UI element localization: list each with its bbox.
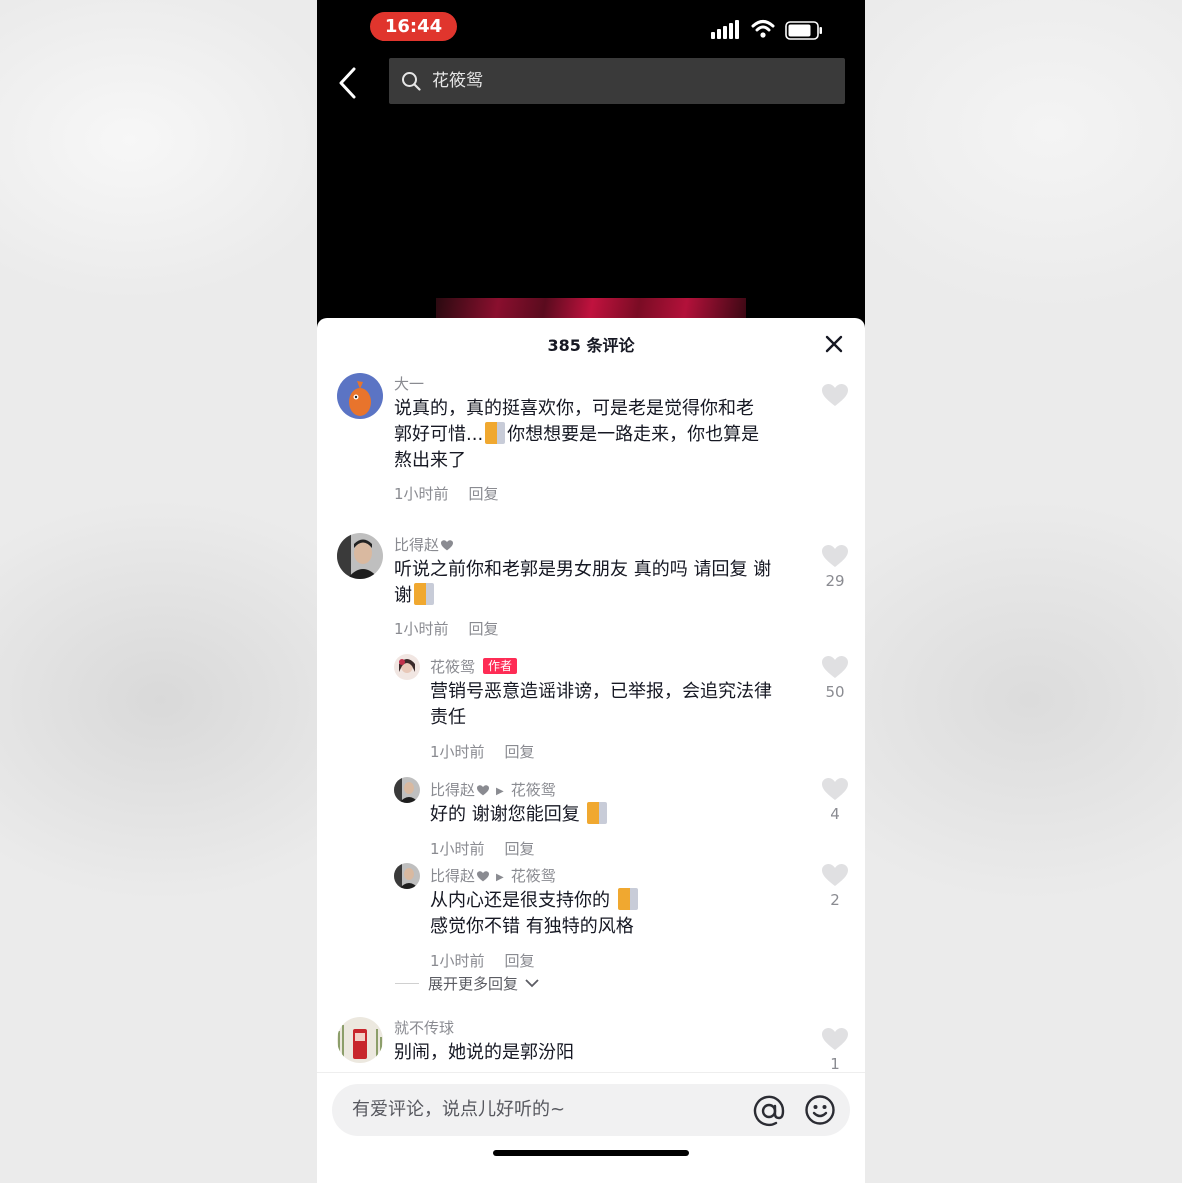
like-button[interactable]: 29 — [822, 545, 848, 590]
reply-username[interactable]: 比得赵 ▶ 花筱鸳 — [430, 779, 556, 800]
avatar[interactable] — [394, 654, 420, 680]
expand-more-replies[interactable]: 展开更多回复 — [428, 973, 539, 994]
emoji-icon[interactable] — [804, 1094, 836, 1126]
search-input[interactable]: 花筱鸳 — [389, 58, 845, 104]
search-query: 花筱鸳 — [432, 71, 483, 91]
cat-emoji-icon — [587, 802, 608, 824]
comment-username[interactable]: 大一 — [394, 373, 424, 394]
heart-badge-icon — [477, 785, 490, 796]
reply-button[interactable]: 回复 — [505, 952, 535, 970]
comment-text: 说真的，真的挺喜欢你，可是老是觉得你和老 郭好可惜... 你想想要是一路走来，你也… — [394, 398, 760, 471]
close-icon[interactable] — [824, 334, 844, 354]
reply-button[interactable]: 回复 — [469, 620, 499, 638]
comments-count-title: 385 条评论 — [547, 336, 635, 355]
reply-to-arrow-icon: ▶ — [496, 786, 504, 797]
at-mention-icon[interactable] — [752, 1094, 786, 1128]
comment-input-placeholder: 有爱评论，说点儿好听的~ — [352, 1099, 566, 1120]
like-count: 50 — [825, 683, 845, 701]
reply-meta: 1小时前 回复 — [430, 838, 535, 859]
comment-text: 别闹，她说的是郭汾阳 — [394, 1042, 574, 1063]
heart-icon — [822, 545, 848, 567]
avatar[interactable] — [337, 373, 383, 419]
battery-icon — [785, 21, 822, 40]
reply-button[interactable]: 回复 — [505, 743, 535, 761]
heart-icon — [822, 384, 848, 406]
reply-username[interactable]: 比得赵 ▶ 花筱鸳 — [430, 865, 556, 886]
comment-username[interactable]: 比得赵 — [394, 534, 454, 555]
reply-button[interactable]: 回复 — [505, 840, 535, 858]
search-icon — [402, 72, 421, 91]
back-arrow-icon[interactable] — [335, 66, 361, 100]
chevron-down-icon — [525, 979, 539, 988]
reply-username[interactable]: 花筱鸳 作者 — [430, 656, 518, 677]
avatar[interactable] — [337, 1017, 383, 1063]
heart-icon — [822, 1028, 848, 1050]
comment-time: 1小时前 — [394, 620, 449, 638]
reply-meta: 1小时前 回复 — [430, 950, 535, 971]
reply-time: 1小时前 — [430, 743, 485, 761]
like-count: 1 — [830, 1055, 840, 1070]
author-badge: 作者 — [483, 658, 518, 674]
comment-meta: 1小时前 回复 — [394, 618, 499, 639]
avatar[interactable] — [337, 533, 383, 579]
heart-badge-icon — [477, 871, 490, 882]
like-button[interactable]: 50 — [822, 656, 848, 701]
avatar[interactable] — [394, 863, 420, 889]
expand-divider — [395, 983, 419, 984]
heart-icon — [822, 864, 848, 886]
wifi-icon — [751, 20, 775, 38]
like-button[interactable]: 4 — [822, 778, 848, 823]
heart-badge-icon — [441, 540, 454, 551]
reply-text: 营销号恶意造谣诽谤，已举报，会追究法律 责任 — [430, 681, 772, 728]
input-divider — [317, 1072, 865, 1073]
reply-time: 1小时前 — [430, 952, 485, 970]
reply-to-arrow-icon: ▶ — [496, 872, 504, 883]
like-count: 2 — [830, 891, 840, 909]
cat-emoji-icon — [617, 888, 638, 910]
heart-icon — [822, 656, 848, 678]
cat-emoji-icon — [414, 583, 434, 605]
comment-meta: 1小时前 回复 — [394, 483, 499, 504]
like-button[interactable]: 1 — [822, 1028, 848, 1070]
heart-icon — [822, 778, 848, 800]
reply-meta: 1小时前 回复 — [430, 741, 535, 762]
reply-text: 从内心还是很支持你的 感觉你不错 有独特的风格 — [430, 888, 805, 940]
like-count: 4 — [830, 805, 840, 823]
cellular-signal-icon — [711, 20, 739, 39]
comment-time: 1小时前 — [394, 485, 449, 503]
cat-emoji-icon — [485, 422, 506, 444]
comments-list[interactable]: 385 条评论 大一 说真的，真的挺喜欢你，可是老是觉得你和老 郭好可惜... 你… — [317, 318, 865, 1070]
comment-username[interactable]: 就不传球 — [394, 1017, 454, 1038]
phone-screen: 16:44 花筱鸳 385 条评论 大一 说真的，真的挺喜欢你，可是老是觉得你和… — [317, 0, 865, 1183]
like-count: 29 — [825, 572, 845, 590]
comment-input[interactable]: 有爱评论，说点儿好听的~ — [332, 1084, 850, 1136]
comment-text: 听说之前你和老郭是男女朋友 真的吗 请回复 谢 谢 — [394, 559, 772, 606]
avatar[interactable] — [394, 777, 420, 803]
home-indicator[interactable] — [493, 1150, 689, 1156]
reply-time: 1小时前 — [430, 840, 485, 858]
reply-text: 好的 谢谢您能回复 — [430, 802, 805, 828]
like-button[interactable] — [822, 384, 848, 411]
like-button[interactable]: 2 — [822, 864, 848, 909]
status-time: 16:44 — [370, 12, 457, 41]
reply-button[interactable]: 回复 — [469, 485, 499, 503]
comments-sheet: 385 条评论 大一 说真的，真的挺喜欢你，可是老是觉得你和老 郭好可惜... 你… — [317, 318, 865, 1183]
